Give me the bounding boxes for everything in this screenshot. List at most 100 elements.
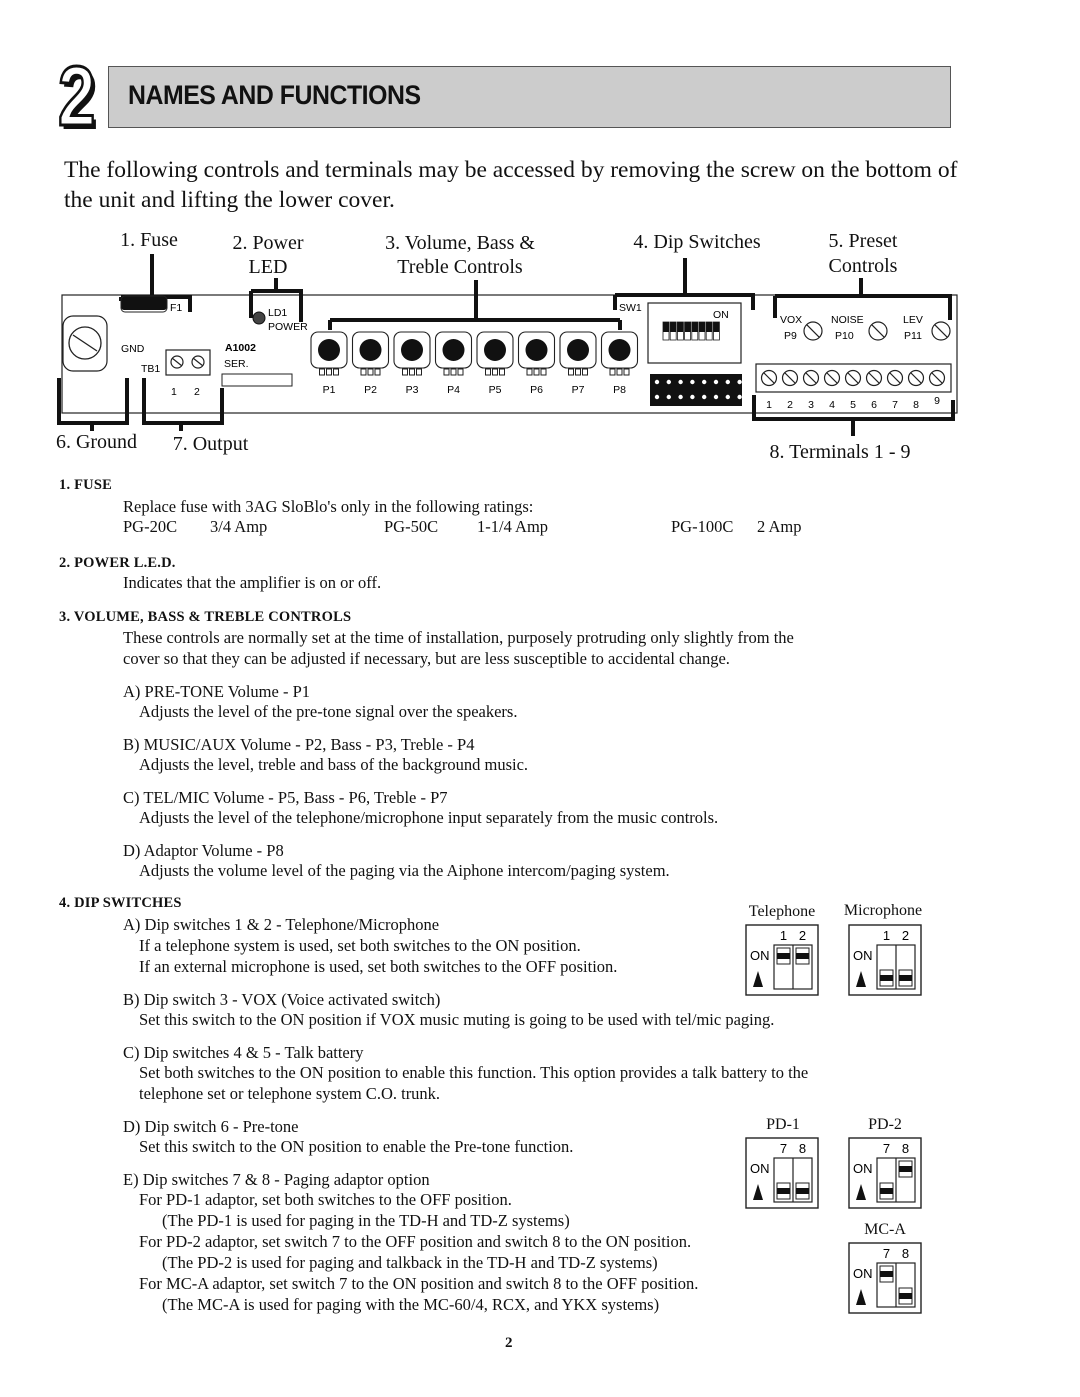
label-pot-p1: P1: [323, 384, 336, 396]
control-b-title: B) MUSIC/AUX Volume - P2, Bass - P3, Tre…: [123, 735, 475, 754]
label-terminal-3: 3: [808, 399, 814, 411]
switch-1-off: [879, 969, 894, 987]
dip-diagram-microphone: ON 1 2: [848, 924, 922, 996]
label-terminal-1: 1: [766, 399, 772, 411]
label-tb1-pin-2: 2: [194, 386, 200, 398]
switch-1-on: [776, 947, 791, 965]
fuse-rating-2: 1-1/4 Amp: [477, 517, 549, 536]
up-arrow-icon: [856, 1289, 866, 1305]
terminal-screw-2-icon: [781, 369, 799, 387]
label-pot-p6: P6: [530, 384, 543, 396]
terminal-screw-8-icon: [907, 369, 925, 387]
label-terminal-9: 9: [934, 395, 940, 407]
terminal-screw-1-icon: [760, 369, 778, 387]
label-terminal-2: 2: [787, 399, 793, 411]
switch-number: 1: [883, 928, 890, 943]
switch-number: 8: [902, 1246, 909, 1261]
on-label: ON: [750, 1161, 770, 1176]
diagram-title-mca: MC-A: [864, 1221, 906, 1238]
fuse-text: Replace fuse with 3AG SloBlo's only in t…: [123, 497, 534, 516]
control-d-title: D) Adaptor Volume - P8: [123, 841, 284, 860]
heading-dip-switches: 4. DIP SWITCHES: [59, 895, 182, 911]
label-terminal-6: 6: [871, 399, 877, 411]
label-sw1: SW1: [619, 302, 642, 314]
fuse-model-2: PG-50C: [384, 517, 439, 536]
controls-text-2: cover so that they can be adjusted if ne…: [123, 649, 730, 668]
heading-fuse: 1. FUSE: [59, 477, 112, 493]
label-pot-p7: P7: [572, 384, 585, 396]
label-gnd: GND: [121, 343, 145, 355]
control-c-desc: Adjusts the level of the telephone/micro…: [139, 808, 719, 827]
dip-e-line-4: (The PD-2 is used for paging and talkbac…: [162, 1253, 658, 1272]
diagram-title-microphone: Microphone: [843, 902, 923, 919]
terminal-screw-9-icon: [928, 369, 946, 387]
on-label: ON: [853, 1266, 873, 1281]
dip-e-line-2: (The PD-1 is used for paging in the TD-H…: [162, 1211, 570, 1230]
switch-number: 2: [799, 928, 806, 943]
terminal-screw-6-icon: [865, 369, 883, 387]
switch-7-off: [776, 1182, 791, 1200]
control-a-title: A) PRE-TONE Volume - P1: [123, 682, 311, 701]
dip-b-title: B) Dip switch 3 - VOX (Voice activated s…: [123, 990, 441, 1009]
power-led-text: Indicates that the amplifier is on or of…: [123, 573, 382, 592]
control-c-title: C) TEL/MIC Volume - P5, Bass - P6, Trebl…: [123, 788, 448, 807]
dip-diagram-mca: ON 7 8: [848, 1242, 922, 1314]
dip-d-title: D) Dip switch 6 - Pre-tone: [123, 1117, 299, 1136]
label-pot-p4: P4: [447, 384, 460, 396]
svg-text:P9: P9: [784, 330, 797, 342]
dip-e-line-1: For PD-1 adaptor, set both switches to t…: [139, 1190, 512, 1209]
control-a-desc: Adjusts the level of the pre-tone signal…: [139, 702, 518, 721]
switch-number: 8: [902, 1141, 909, 1156]
terminal-screw-3-icon: [802, 369, 820, 387]
label-terminal-5: 5: [850, 399, 856, 411]
switch-number: 8: [799, 1141, 806, 1156]
label-power: POWER: [268, 321, 308, 333]
sw1-switch-2: [669, 321, 677, 341]
sw1-switch-4: [684, 321, 691, 341]
dip-diagram-pd2: ON 7 8: [848, 1137, 922, 1209]
label-sw1-on: ON: [713, 309, 729, 321]
pin-header: [650, 374, 742, 406]
dip-a-title: A) Dip switches 1 & 2 - Telephone/Microp…: [123, 915, 440, 934]
label-ser: SER.: [224, 358, 249, 370]
switch-number: 1: [780, 928, 787, 943]
switch-8-off: [898, 1287, 913, 1305]
switch-number: 2: [902, 928, 909, 943]
up-arrow-icon: [856, 971, 866, 987]
dip-b-desc: Set this switch to the ON position if VO…: [139, 1010, 775, 1029]
terminal-screw-7-icon: [886, 369, 904, 387]
controls-text-1: These controls are normally set at the t…: [123, 628, 794, 647]
sw1-switch-5: [691, 321, 699, 341]
svg-text:P10: P10: [835, 330, 854, 342]
on-label: ON: [853, 948, 873, 963]
circuit-board-diagram: GND F1 LD1 POWER TB1 1 2 A1002 SER. P1 P2…: [57, 254, 958, 436]
dip-e-line-6: (The MC-A is used for paging with the MC…: [162, 1295, 660, 1314]
dip-d-desc: Set this switch to the ON position to en…: [139, 1137, 574, 1156]
switch-7-on: [879, 1265, 894, 1283]
switch-number: 7: [883, 1246, 890, 1261]
heading-power-led: 2. POWER L.E.D.: [59, 555, 176, 571]
diagram-title-pd2: PD-2: [868, 1116, 902, 1133]
fuse-rating-1: 3/4 Amp: [210, 517, 268, 536]
diagram-title-telephone: Telephone: [748, 903, 816, 920]
label-pot-p8: P8: [613, 384, 626, 396]
terminal-screw-4-icon: [823, 369, 841, 387]
sw1-switch-6: [698, 321, 706, 341]
up-arrow-icon: [753, 971, 763, 987]
label-pot-p2: P2: [364, 384, 377, 396]
svg-text:P11: P11: [904, 330, 922, 342]
up-arrow-icon: [856, 1184, 866, 1200]
heading-controls: 3. VOLUME, BASS & TREBLE CONTROLS: [59, 609, 352, 625]
fuse-icon: [121, 296, 167, 310]
sw1-switch-7: [705, 321, 713, 341]
power-led-icon: [252, 311, 266, 325]
sw1-switch-1: [662, 321, 670, 341]
switch-8-on: [898, 1160, 913, 1178]
label-ld1: LD1: [268, 307, 287, 319]
label-f1: F1: [170, 302, 182, 314]
preset-screw-p10-icon: [868, 321, 888, 341]
preset-screw-p9-icon: [803, 321, 823, 341]
svg-text:NOISE: NOISE: [831, 314, 864, 326]
switch-number: 7: [883, 1141, 890, 1156]
dip-e-line-3: For PD-2 adaptor, set switch 7 to the OF…: [139, 1232, 692, 1251]
